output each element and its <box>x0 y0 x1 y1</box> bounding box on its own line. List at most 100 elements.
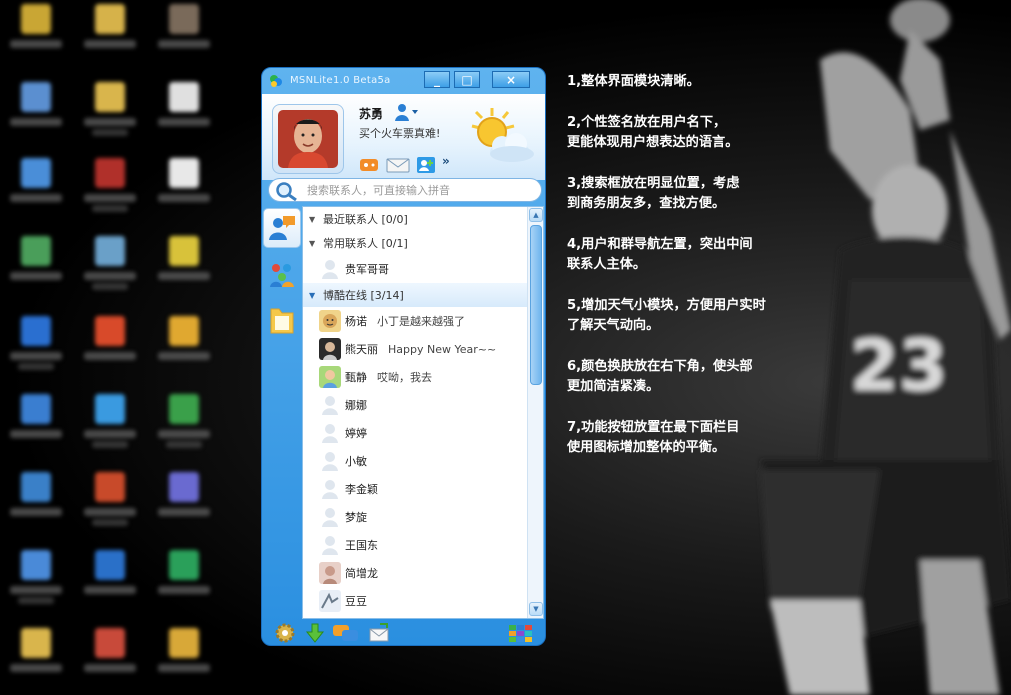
contact-item[interactable]: 小敏 <box>303 447 543 475</box>
contact-item[interactable]: 婷婷 <box>303 419 543 447</box>
contact-avatar <box>319 590 341 612</box>
desktop-icon[interactable] <box>6 472 66 542</box>
contact-name: 甄静 <box>345 371 367 384</box>
chat-bubbles-icon[interactable] <box>332 623 360 643</box>
desktop-icon[interactable] <box>6 82 66 152</box>
contact-item[interactable]: 豆豆 <box>303 587 543 615</box>
search-box[interactable] <box>268 178 542 202</box>
contact-status-message: 小丁是越来越强了 <box>377 315 465 328</box>
desktop-icon[interactable] <box>154 394 214 464</box>
contact-name: 婷婷 <box>345 427 367 440</box>
weather-widget-icon[interactable] <box>458 102 538 170</box>
maximize-button[interactable]: □ <box>454 71 480 88</box>
contact-name: 李金颖 <box>345 483 378 496</box>
group-label: 博酷在线 [3/14] <box>323 289 404 302</box>
desktop-icon[interactable] <box>6 4 66 74</box>
online-status-dropdown[interactable] <box>394 102 420 122</box>
contact-item[interactable]: 杨诺 小丁是越来越强了 <box>303 307 543 335</box>
desktop-icon[interactable] <box>80 316 140 386</box>
desktop-icon[interactable] <box>154 158 214 228</box>
download-arrow-icon[interactable] <box>304 623 326 643</box>
contact-name: 贵军哥哥 <box>345 263 389 276</box>
offline-user-icon <box>322 424 338 443</box>
contact-item[interactable]: 熊天丽 Happy New Year~~ <box>303 335 543 363</box>
search-input[interactable] <box>307 182 537 199</box>
desktop-icon[interactable] <box>80 394 140 464</box>
scroll-up-button[interactable]: ▲ <box>529 208 543 222</box>
desktop-icon[interactable] <box>80 236 140 306</box>
contact-name: 熊天丽 <box>345 343 378 356</box>
title-bar[interactable]: MSNLite1.0 Beta5a _ □ × <box>262 68 545 94</box>
scroll-thumb[interactable] <box>530 225 542 385</box>
bottom-toolbar <box>262 619 545 645</box>
contact-item[interactable]: 梦旋 <box>303 503 543 531</box>
search-icon[interactable] <box>273 181 299 201</box>
contact-item[interactable]: 甄静 哎呦，我去 <box>303 363 543 391</box>
desktop-icon[interactable] <box>6 394 66 464</box>
desktop-icon[interactable] <box>6 628 66 695</box>
note-item: 4,用户和群导航左置，突出中间 联系人主体。 <box>567 237 753 272</box>
scroll-down-button[interactable]: ▼ <box>529 602 543 616</box>
offline-user-icon <box>322 452 338 471</box>
minimize-label: _ <box>434 72 440 87</box>
group-recent-contacts[interactable]: ▼ 最近联系人 [0/0] <box>303 207 543 231</box>
contact-name: 豆豆 <box>345 595 367 608</box>
note-item: 5,增加天气小模块，方便用户实时 了解天气动向。 <box>567 298 766 333</box>
contact-item[interactable]: 李金颖 <box>303 475 543 503</box>
maximize-label: □ <box>461 72 473 87</box>
contact-item[interactable]: 简增龙 <box>303 559 543 587</box>
game-icon[interactable] <box>359 156 379 174</box>
group-label: 最近联系人 [0/0] <box>323 213 408 226</box>
desktop-icon[interactable] <box>154 628 214 695</box>
nav-contacts-tab[interactable] <box>263 208 301 248</box>
contact-item[interactable]: 贵军哥哥 <box>303 255 543 283</box>
desktop-icon[interactable] <box>80 82 140 152</box>
group-boku-online[interactable]: ▼ 博酷在线 [3/14] <box>303 283 543 307</box>
contacts-icon <box>269 216 295 240</box>
svg-text:23: 23 <box>850 325 947 407</box>
group-frequent-contacts[interactable]: ▼ 常用联系人 [0/1] <box>303 231 543 255</box>
desktop-icon[interactable] <box>6 236 66 306</box>
desktop-icon[interactable] <box>154 316 214 386</box>
note-item: 2,个性签名放在用户名下， 更能体现用户想表达的语言。 <box>567 115 739 150</box>
contact-name: 梦旋 <box>345 511 367 524</box>
desktop-icon[interactable] <box>80 628 140 695</box>
desktop-icon[interactable] <box>6 316 66 386</box>
contact-name: 简增龙 <box>345 567 378 580</box>
add-contact-icon[interactable] <box>416 156 436 174</box>
note-item: 3,搜索框放在明显位置，考虑 到商务朋友多，查找方便。 <box>567 176 740 211</box>
avatar-frame[interactable] <box>272 104 344 174</box>
desktop-icon[interactable] <box>154 4 214 74</box>
avatar[interactable] <box>278 110 338 168</box>
personal-signature[interactable]: 买个火车票真难! <box>359 125 440 141</box>
nav-groups-tab[interactable] <box>265 256 299 292</box>
desktop-icon[interactable] <box>154 472 214 542</box>
desktop-icon[interactable] <box>154 82 214 152</box>
group-label: 常用联系人 [0/1] <box>323 237 408 250</box>
expand-triangle-icon: ▼ <box>309 290 316 300</box>
mail-icon[interactable] <box>386 156 410 174</box>
left-nav <box>262 206 302 619</box>
contact-name: 小敏 <box>345 455 367 468</box>
msn-logo-icon <box>270 75 282 87</box>
send-mail-icon[interactable] <box>368 623 390 643</box>
desktop-icon[interactable] <box>80 472 140 542</box>
note-item: 6,颜色换肤放在右下角，使头部 更加简洁紧凑。 <box>567 359 753 394</box>
scrollbar[interactable]: ▲ ▼ <box>527 207 543 618</box>
desktop-icon[interactable] <box>80 4 140 74</box>
minimize-button[interactable]: _ <box>424 71 450 88</box>
close-button[interactable]: × <box>492 71 530 88</box>
skin-color-icon[interactable] <box>508 623 534 643</box>
contact-item[interactable]: 娜娜 <box>303 391 543 419</box>
contact-item[interactable]: 王国东 <box>303 531 543 559</box>
desktop-icon[interactable] <box>80 158 140 228</box>
desktop-icon[interactable] <box>154 550 214 620</box>
group-icon <box>270 264 294 287</box>
folder-icon <box>270 308 294 334</box>
desktop-icon[interactable] <box>6 158 66 228</box>
settings-gear-icon[interactable] <box>274 623 296 643</box>
nav-files-tab[interactable] <box>265 302 299 338</box>
desktop-icon[interactable] <box>154 236 214 306</box>
desktop-icon[interactable] <box>80 550 140 620</box>
desktop-icon[interactable] <box>6 550 66 620</box>
